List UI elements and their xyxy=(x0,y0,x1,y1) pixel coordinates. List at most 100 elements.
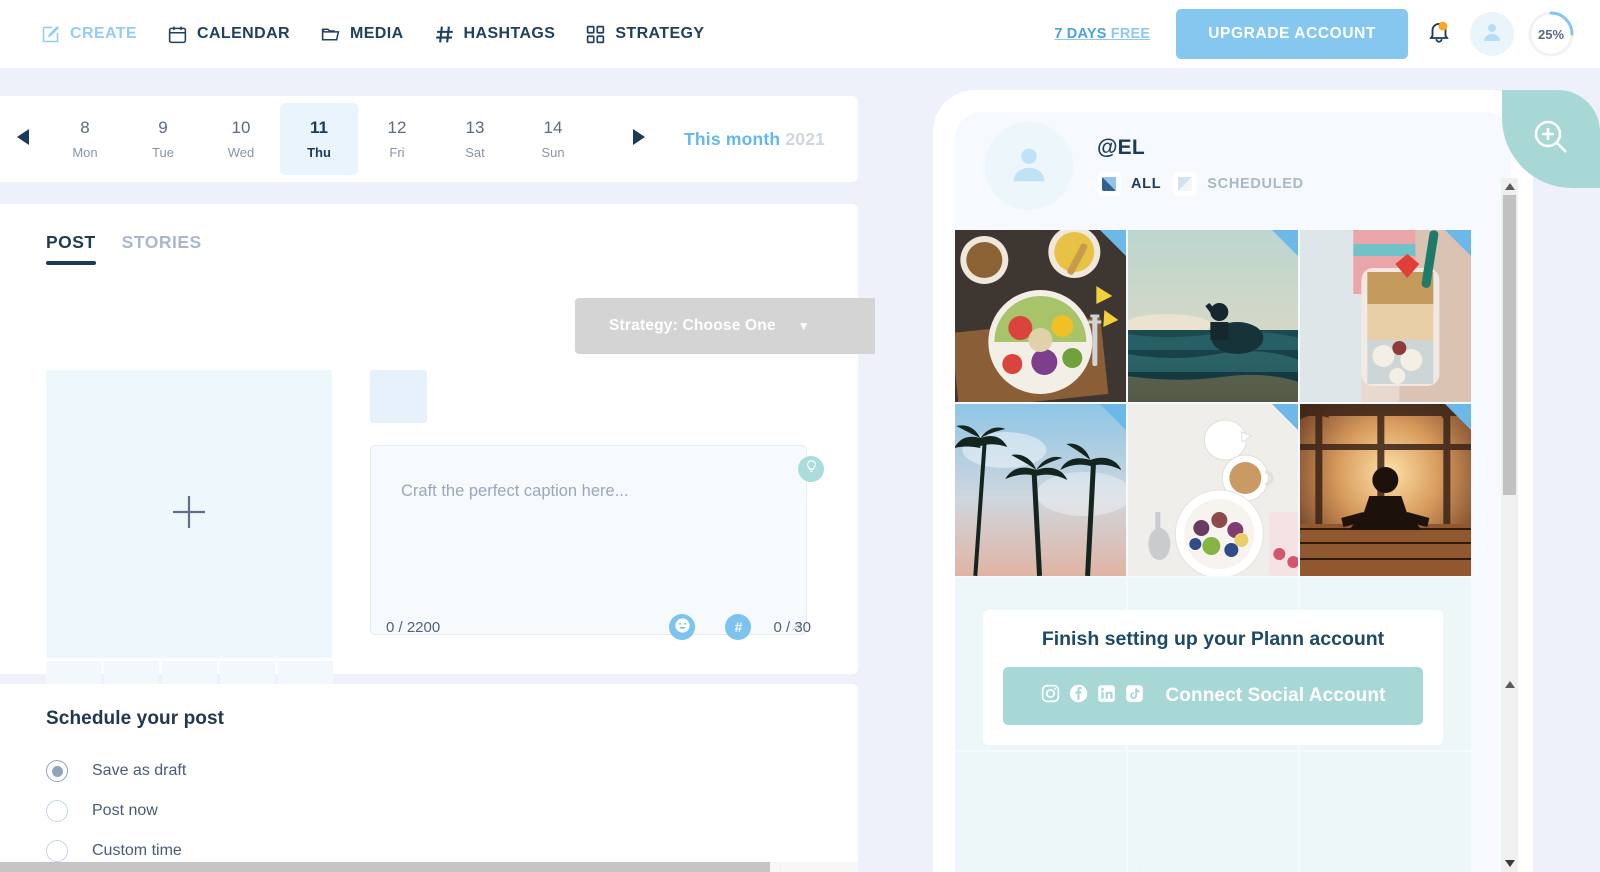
tab-post[interactable]: POST xyxy=(46,232,96,265)
nav-item-strategy[interactable]: STRATEGY xyxy=(585,24,704,45)
grid-cell-empty-4[interactable] xyxy=(955,752,1126,872)
tiktok-icon xyxy=(1124,683,1145,709)
nav-item-calendar[interactable]: CALENDAR xyxy=(167,24,290,45)
emoji-picker-button[interactable] xyxy=(669,614,696,640)
grid-cell-empty-6[interactable] xyxy=(1300,752,1471,872)
setup-progress-ring[interactable]: 25% xyxy=(1528,11,1574,57)
preview-grid xyxy=(955,230,1471,872)
nav-label-hashtags: HASHTAGS xyxy=(463,25,556,42)
nav-item-hashtags[interactable]: HASHTAGS xyxy=(434,24,556,45)
grid-cell-palm-trees-sky[interactable] xyxy=(955,404,1126,576)
grid-cell-breakfast-bowl-with-coffee[interactable] xyxy=(1127,404,1299,576)
day-cell-8[interactable]: 8 Mon xyxy=(46,103,124,175)
scroll-up-arrow-icon[interactable] xyxy=(1501,178,1518,195)
trial-link[interactable]: 7 DAYS FREE xyxy=(1054,26,1150,42)
day-cell-9[interactable]: 9 Tue xyxy=(124,103,202,175)
setup-cta-card: Finish setting up your Plann account Con… xyxy=(983,610,1443,745)
hashtag-counter: 0 / 30 xyxy=(773,618,811,636)
grid-cell-empty-5[interactable] xyxy=(1127,752,1299,872)
app-root: CREATE CALENDAR MEDIA HASHTAGS STRATEGY … xyxy=(0,0,1600,872)
first-comment-swatch[interactable] xyxy=(370,370,427,423)
scrollbar-divider xyxy=(780,862,781,872)
hashtag-picker-button[interactable]: # xyxy=(725,614,752,640)
schedule-option-post-now[interactable]: Post now xyxy=(46,800,158,822)
preview-account-block: @EL ALL SCHEDULED xyxy=(1097,136,1304,196)
media-picker xyxy=(46,370,333,711)
scroll-down-arrow-icon[interactable] xyxy=(1501,855,1518,872)
phone-mockup: @EL ALL SCHEDULED Finish setting up your… xyxy=(933,90,1533,872)
upgrade-account-button[interactable]: UPGRADE ACCOUNT xyxy=(1176,9,1408,59)
next-week-button[interactable] xyxy=(616,128,662,151)
chevron-down-icon: ▼ xyxy=(797,319,810,333)
day-cell-10[interactable]: 10 Wed xyxy=(202,103,280,175)
connect-social-account-button[interactable]: Connect Social Account xyxy=(1003,667,1423,725)
day-cell-11-selected[interactable]: 11 Thu xyxy=(280,103,358,175)
caption-input[interactable]: Craft the perfect caption here... xyxy=(370,445,824,635)
preview-filter-tabs: ALL SCHEDULED xyxy=(1097,172,1304,196)
schedule-option-custom-time[interactable]: Custom time xyxy=(46,840,182,862)
grid-cell-smoothie-jar-with-strawberry[interactable] xyxy=(1300,230,1471,402)
instagram-icon xyxy=(1040,683,1061,709)
day-name: Sun xyxy=(541,145,565,160)
schedule-option-label: Save as draft xyxy=(92,762,187,779)
composer-card: POST STORIES Strategy: Choose One ▼ Craf… xyxy=(0,204,875,711)
schedule-option-save-as-draft[interactable]: Save as draft xyxy=(46,760,186,782)
left-column: 8 Mon 9 Tue 10 Wed 11 Thu 12 Fri 13 Sat … xyxy=(0,68,1141,872)
caption-idea-button[interactable] xyxy=(798,456,824,482)
triangle-right-icon xyxy=(632,128,646,151)
day-name: Tue xyxy=(152,145,174,160)
radio-save-as-draft[interactable] xyxy=(46,760,68,782)
filter-tab-all[interactable]: ALL xyxy=(1097,172,1161,196)
half-square-filled-icon xyxy=(1097,172,1121,196)
bell-icon xyxy=(1426,18,1452,50)
day-cell-13[interactable]: 13 Sat xyxy=(436,103,514,175)
scheduled-corner-marker xyxy=(1272,230,1299,256)
grid-cell-yoga-meditation-sunset[interactable] xyxy=(1300,404,1471,576)
filter-tab-scheduled[interactable]: SCHEDULED xyxy=(1173,172,1304,196)
month-selector[interactable]: This month 2021 xyxy=(684,129,825,150)
notifications-button[interactable] xyxy=(1408,18,1470,50)
horizontal-scrollbar-thumb[interactable] xyxy=(0,862,770,872)
nav-item-media[interactable]: MEDIA xyxy=(320,24,404,45)
strategy-dropdown-label: Strategy: Choose One xyxy=(609,317,776,334)
preview-avatar[interactable] xyxy=(985,122,1073,210)
scheduled-corner-marker xyxy=(1272,404,1299,430)
account-avatar[interactable] xyxy=(1470,12,1514,56)
hash-icon: # xyxy=(734,619,743,635)
tab-stories[interactable]: STORIES xyxy=(122,232,202,265)
nav-item-create[interactable]: CREATE xyxy=(40,24,137,45)
scroll-up-arrow-icon[interactable] xyxy=(1501,676,1518,693)
user-avatar-icon xyxy=(1006,141,1052,192)
grid-cell-buddha-bowl-salad[interactable] xyxy=(955,230,1126,402)
month-label-text: This month xyxy=(684,128,781,149)
strategy-dropdown[interactable]: Strategy: Choose One ▼ xyxy=(575,298,875,354)
add-media-dropzone[interactable] xyxy=(46,370,332,658)
preview-scrollbar-thumb[interactable] xyxy=(1503,195,1516,495)
year-label-text: 2021 xyxy=(785,128,826,149)
preview-panel: @EL ALL SCHEDULED Finish setting up your… xyxy=(858,68,1600,872)
grid-cell-surfer-in-ocean[interactable] xyxy=(1127,230,1299,402)
grid-squares-icon xyxy=(585,24,606,45)
day-name: Fri xyxy=(389,145,405,160)
day-number: 10 xyxy=(231,118,251,137)
day-cell-12[interactable]: 12 Fri xyxy=(358,103,436,175)
caption-section: Craft the perfect caption here... xyxy=(370,370,824,635)
nav-label-strategy: STRATEGY xyxy=(615,25,705,42)
scheduled-corner-marker xyxy=(1099,404,1126,430)
schedule-option-label: Custom time xyxy=(92,842,182,859)
prev-week-button[interactable] xyxy=(0,128,46,151)
day-number: 9 xyxy=(158,118,168,137)
day-name: Wed xyxy=(227,145,255,160)
schedule-heading: Schedule your post xyxy=(46,708,225,729)
triangle-left-icon xyxy=(16,128,30,151)
preview-vertical-scrollbar[interactable] xyxy=(1501,178,1518,690)
day-cell-14[interactable]: 14 Sun xyxy=(514,103,592,175)
horizontal-scrollbar[interactable] xyxy=(0,862,1141,872)
day-number: 13 xyxy=(465,118,485,137)
radio-custom-time[interactable] xyxy=(46,840,68,862)
radio-post-now[interactable] xyxy=(46,800,68,822)
page-vertical-scrollbar[interactable] xyxy=(1501,676,1518,872)
character-counter: 0 / 2200 xyxy=(386,618,441,636)
day-number: 8 xyxy=(80,118,90,137)
trial-link-strong: 7 DAYS xyxy=(1054,26,1107,42)
